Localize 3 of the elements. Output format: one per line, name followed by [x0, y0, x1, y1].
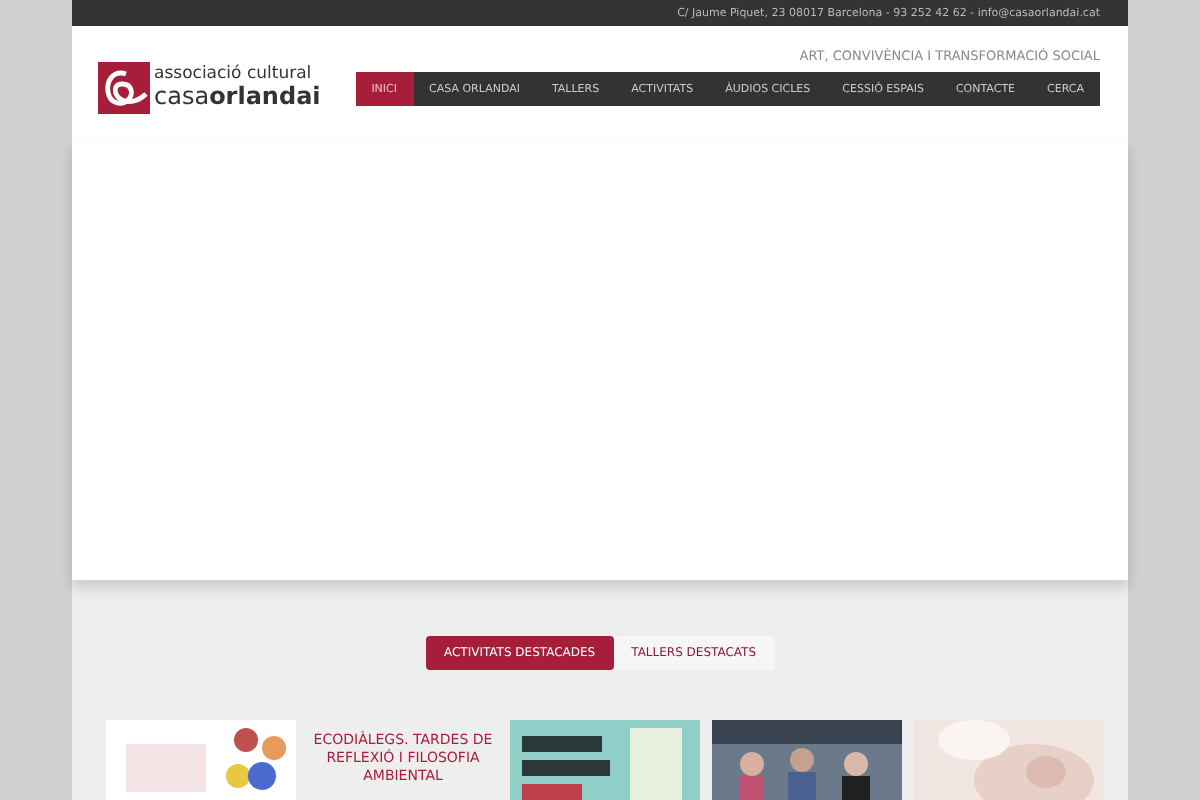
logo-icon[interactable]: [98, 61, 150, 113]
logo-subtitle: associació cultural: [154, 66, 314, 84]
logo-title[interactable]: casaorlandai: [154, 83, 321, 108]
